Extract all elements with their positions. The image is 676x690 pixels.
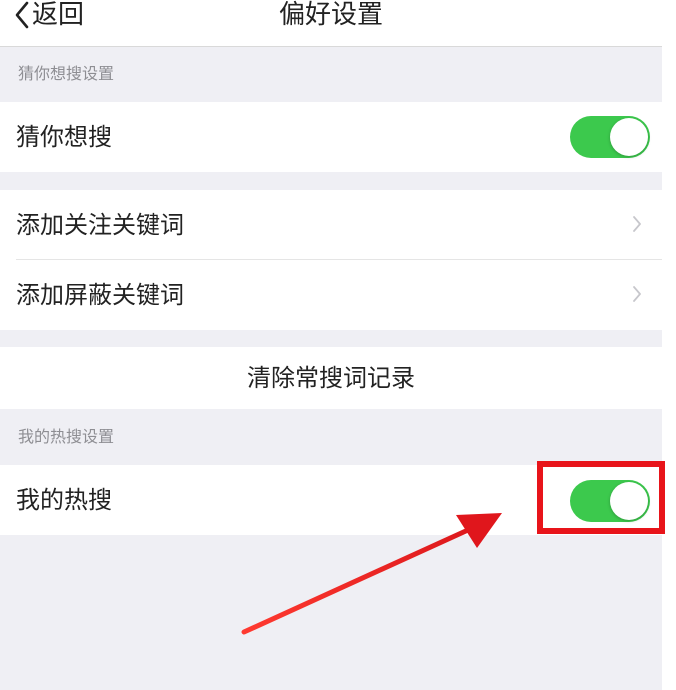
- annotation-arrow-icon: [241, 513, 502, 635]
